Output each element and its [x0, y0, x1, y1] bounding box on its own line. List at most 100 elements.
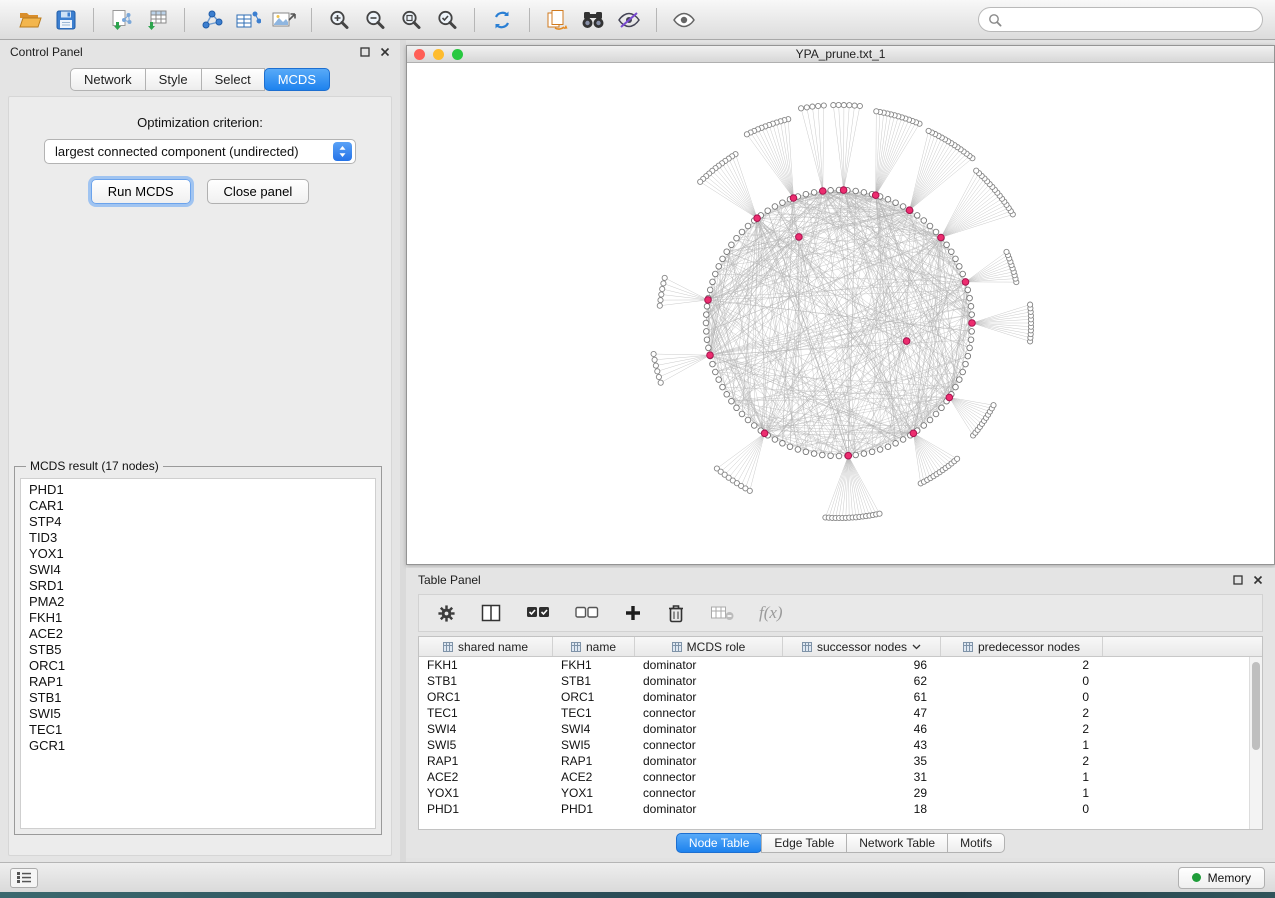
- network-node[interactable]: [795, 447, 801, 453]
- mcds-result-item[interactable]: YOX1: [21, 546, 375, 562]
- column-header-shared-name[interactable]: shared name: [419, 637, 553, 656]
- mcds-result-item[interactable]: RAP1: [21, 674, 375, 690]
- mcds-dominator-node[interactable]: [705, 297, 712, 304]
- tab-network-table[interactable]: Network Table: [846, 833, 948, 853]
- network-leaf-node[interactable]: [657, 303, 662, 308]
- mcds-dominator-node[interactable]: [910, 430, 917, 437]
- table-row[interactable]: PHD1PHD1dominator180: [419, 801, 1262, 817]
- network-leaf-node[interactable]: [652, 357, 657, 362]
- visibility-button[interactable]: [666, 4, 702, 36]
- network-node[interactable]: [724, 249, 730, 255]
- select-all-icon[interactable]: [526, 604, 550, 622]
- mcds-result-item[interactable]: ACE2: [21, 626, 375, 642]
- network-node[interactable]: [772, 437, 778, 443]
- network-node[interactable]: [900, 204, 906, 210]
- mcds-result-item[interactable]: GCR1: [21, 738, 375, 754]
- network-node[interactable]: [720, 384, 726, 390]
- mcds-dominator-node[interactable]: [840, 187, 847, 194]
- network-node[interactable]: [949, 249, 955, 255]
- mcds-result-item[interactable]: SRD1: [21, 578, 375, 594]
- network-node[interactable]: [861, 190, 867, 196]
- network-node[interactable]: [877, 447, 883, 453]
- table-row[interactable]: YOX1YOX1connector291: [419, 785, 1262, 801]
- network-node[interactable]: [739, 229, 745, 235]
- refresh-button[interactable]: [484, 4, 520, 36]
- import-table-button[interactable]: [139, 4, 175, 36]
- network-node[interactable]: [968, 304, 974, 310]
- network-node[interactable]: [704, 312, 710, 318]
- task-history-button[interactable]: [10, 868, 38, 888]
- mcds-result-item[interactable]: STB5: [21, 642, 375, 658]
- zoom-selected-button[interactable]: [429, 4, 465, 36]
- network-leaf-node[interactable]: [847, 103, 852, 108]
- network-node[interactable]: [963, 361, 969, 367]
- network-leaf-node[interactable]: [852, 103, 857, 108]
- mcds-dominator-node[interactable]: [938, 234, 945, 241]
- export-image-button[interactable]: [266, 4, 302, 36]
- network-node[interactable]: [710, 361, 716, 367]
- network-node[interactable]: [968, 337, 974, 343]
- mcds-dominator-node[interactable]: [906, 207, 913, 214]
- mcds-result-item[interactable]: SWI4: [21, 562, 375, 578]
- network-leaf-node[interactable]: [659, 292, 664, 297]
- network-node[interactable]: [853, 452, 859, 458]
- network-node[interactable]: [893, 441, 899, 447]
- network-leaf-node[interactable]: [658, 298, 663, 303]
- add-column-icon[interactable]: [624, 604, 642, 622]
- network-leaf-node[interactable]: [836, 102, 841, 107]
- network-node[interactable]: [957, 377, 963, 383]
- mcds-dominator-node[interactable]: [962, 279, 969, 286]
- network-node[interactable]: [720, 256, 726, 262]
- clone-network-button[interactable]: [539, 4, 575, 36]
- run-mcds-button[interactable]: Run MCDS: [91, 179, 191, 204]
- network-node[interactable]: [729, 242, 735, 248]
- network-leaf-node[interactable]: [660, 286, 665, 291]
- close-panel-button[interactable]: Close panel: [207, 179, 310, 204]
- network-node[interactable]: [820, 452, 826, 458]
- mcds-result-item[interactable]: PMA2: [21, 594, 375, 610]
- memory-button[interactable]: Memory: [1178, 867, 1265, 889]
- network-node[interactable]: [965, 287, 971, 293]
- tab-select[interactable]: Select: [201, 68, 265, 91]
- table-row[interactable]: ORC1ORC1dominator610: [419, 689, 1262, 705]
- network-node[interactable]: [967, 345, 973, 351]
- network-node[interactable]: [713, 369, 719, 375]
- mcds-dominator-node[interactable]: [903, 338, 910, 345]
- network-node[interactable]: [751, 423, 757, 429]
- mcds-result-list[interactable]: PHD1CAR1STP4TID3YOX1SWI4SRD1PMA2FKH1ACE2…: [20, 478, 376, 829]
- network-window-titlebar[interactable]: YPA_prune.txt_1: [407, 46, 1274, 63]
- network-node[interactable]: [734, 405, 740, 411]
- network-node[interactable]: [811, 190, 817, 196]
- network-node[interactable]: [939, 405, 945, 411]
- table-row[interactable]: FKH1FKH1dominator962: [419, 657, 1262, 673]
- network-leaf-node[interactable]: [821, 103, 826, 108]
- show-hide-button[interactable]: [611, 4, 647, 36]
- optimization-criterion-select[interactable]: largest connected component (undirected): [44, 139, 356, 164]
- network-node[interactable]: [953, 256, 959, 262]
- network-node[interactable]: [704, 329, 710, 335]
- network-node[interactable]: [921, 218, 927, 224]
- zoom-in-button[interactable]: [321, 4, 357, 36]
- network-leaf-node[interactable]: [991, 403, 996, 408]
- table-row[interactable]: SWI4SWI4dominator462: [419, 721, 1262, 737]
- table-row[interactable]: ACE2ACE2connector311: [419, 769, 1262, 785]
- zoom-fit-button[interactable]: [393, 4, 429, 36]
- network-leaf-node[interactable]: [1004, 249, 1009, 254]
- zoom-out-button[interactable]: [357, 4, 393, 36]
- close-panel-icon[interactable]: [380, 47, 390, 57]
- network-node[interactable]: [965, 353, 971, 359]
- show-columns-icon[interactable]: [481, 604, 501, 622]
- node-table[interactable]: shared namenameMCDS rolesuccessor nodesp…: [418, 636, 1263, 830]
- gear-icon[interactable]: [437, 604, 456, 623]
- network-leaf-node[interactable]: [658, 380, 663, 385]
- network-node[interactable]: [927, 417, 933, 423]
- mcds-dominator-node[interactable]: [790, 195, 797, 202]
- network-leaf-node[interactable]: [877, 511, 882, 516]
- table-row[interactable]: TEC1TEC1connector472: [419, 705, 1262, 721]
- network-node[interactable]: [704, 337, 710, 343]
- network-node[interactable]: [960, 271, 966, 277]
- network-node[interactable]: [885, 444, 891, 450]
- network-node[interactable]: [780, 200, 786, 206]
- mcds-result-item[interactable]: TID3: [21, 530, 375, 546]
- tab-mcds[interactable]: MCDS: [264, 68, 330, 91]
